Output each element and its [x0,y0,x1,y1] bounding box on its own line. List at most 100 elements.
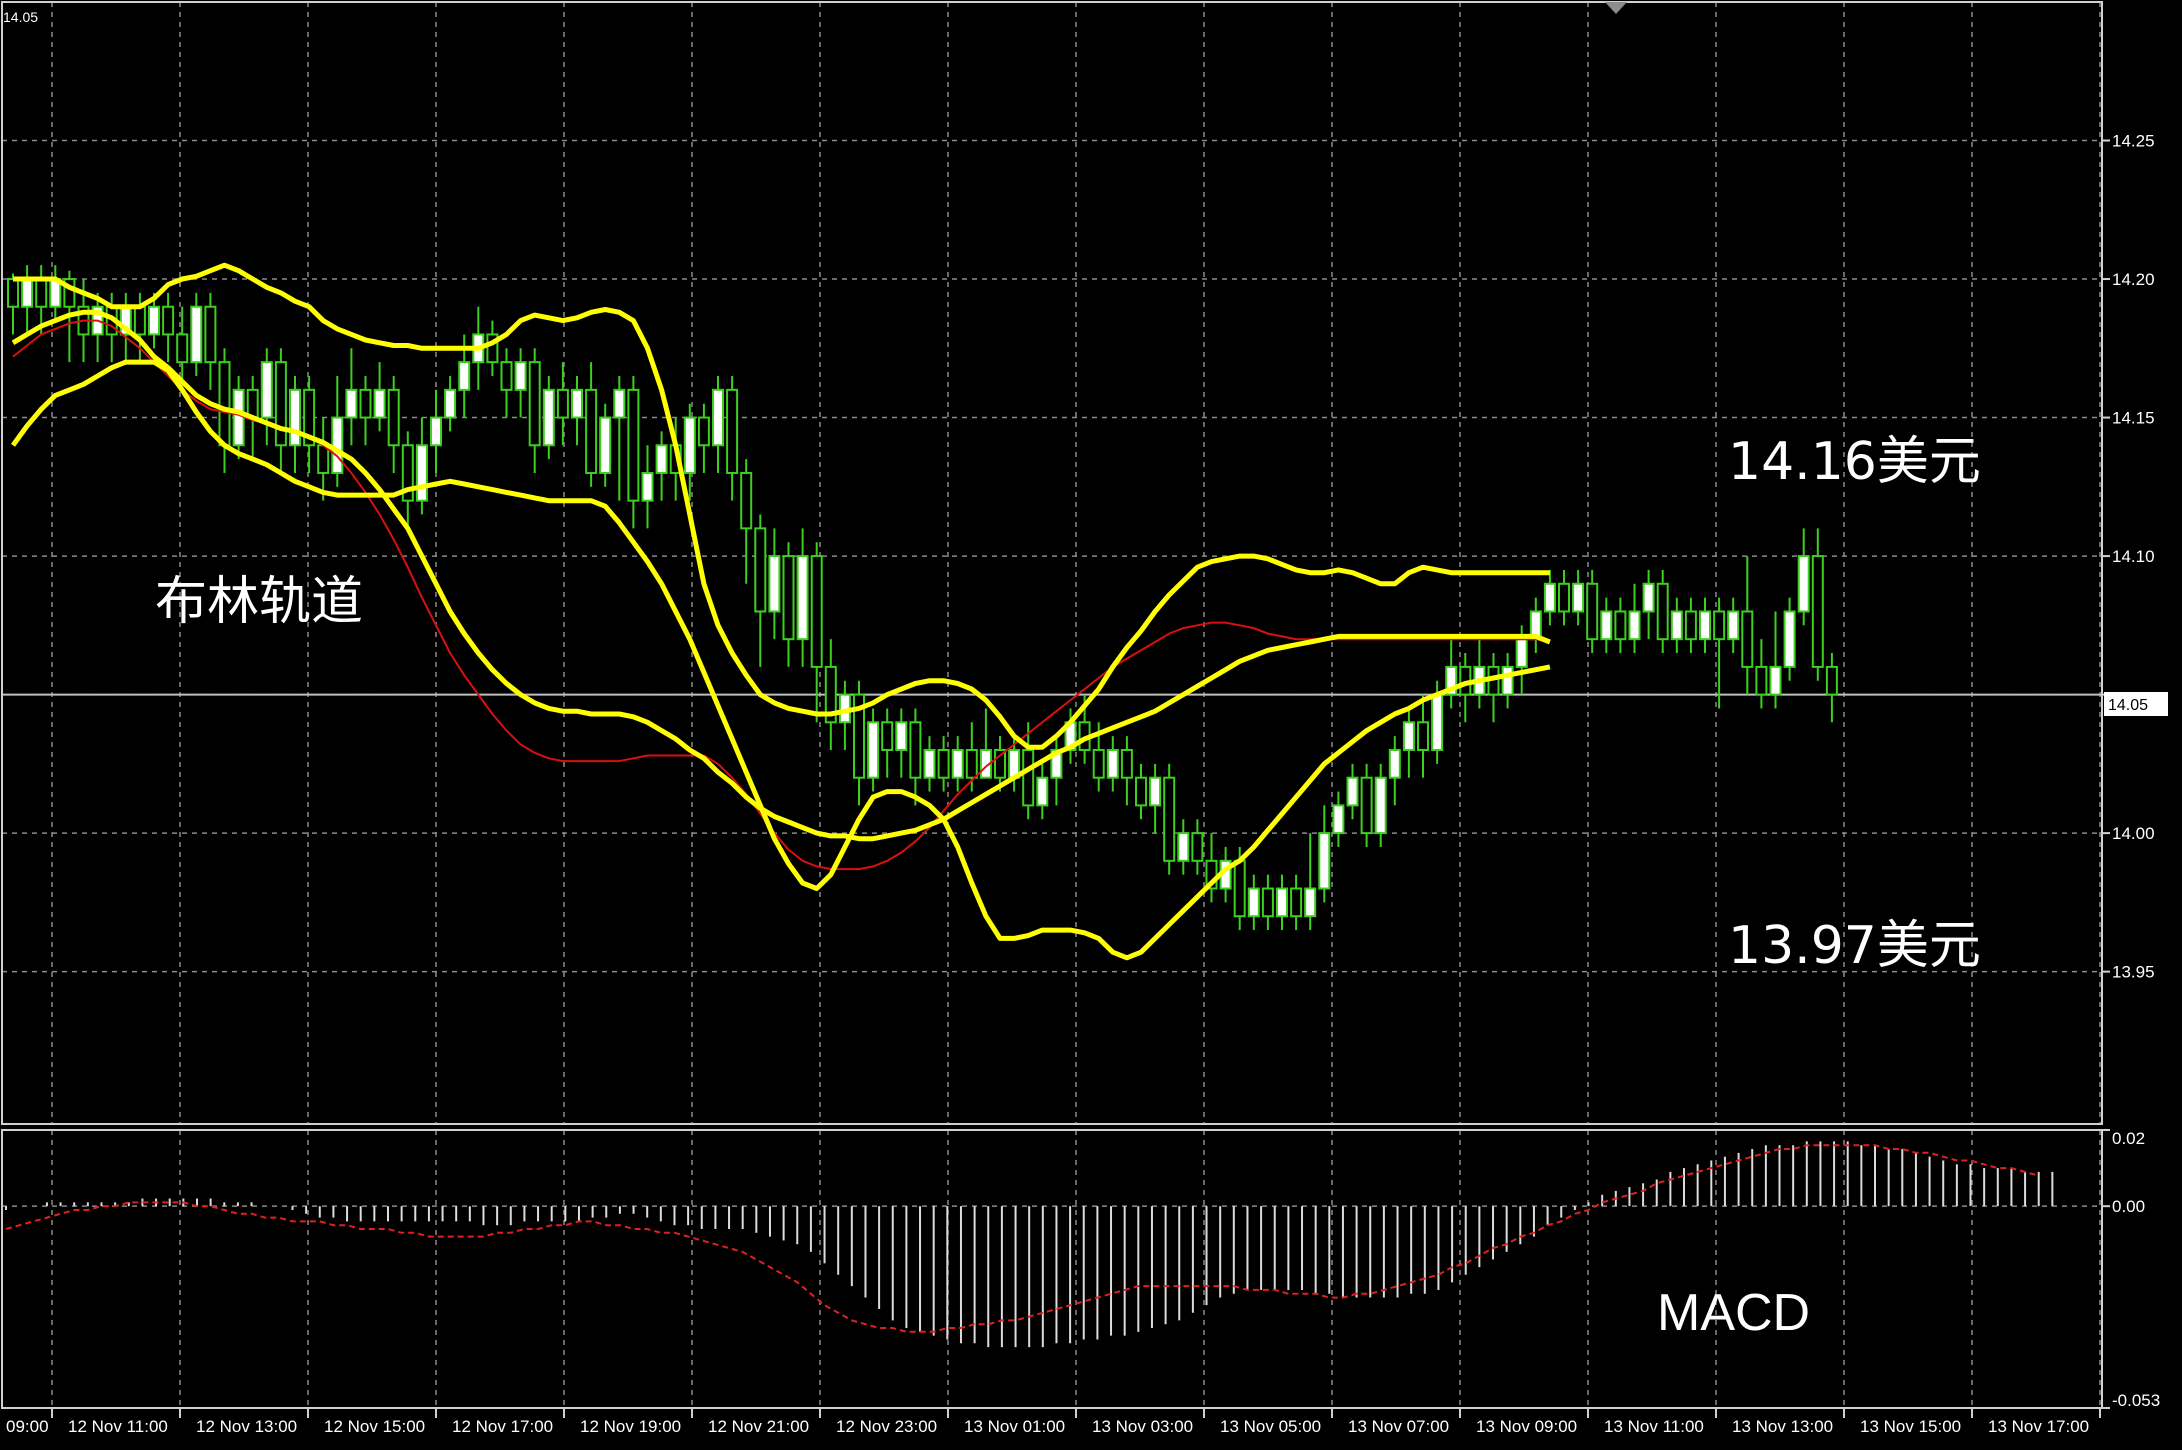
candle-body [1825,665,1838,696]
time-label: 13 Nov 05:00 [1220,1417,1321,1436]
candle-body [1417,721,1429,752]
candle-body [331,416,344,474]
candle-body [1177,832,1190,862]
macd-scale-label: 0.00 [2112,1197,2145,1216]
candle-body [21,278,34,308]
time-label: 12 Nov 23:00 [836,1417,937,1436]
time-label: 12 Nov 11:00 [68,1417,168,1436]
price-chart[interactable]: 14.25 14.20 14.15 14.10 14.00 13.95 14.05 14.… [0,0,2182,1450]
candle-body [1431,693,1444,751]
candle-body [1360,776,1373,835]
candle-body [1783,610,1796,668]
candle-body [1586,582,1599,641]
candle-body [1135,776,1147,807]
price-label: 14.00 [2112,824,2155,843]
candle-body [683,416,696,474]
candle-body [373,388,386,419]
candle-body [1120,749,1133,779]
candle-body [542,388,555,447]
candle-body [585,388,598,474]
current-price-tag-text: 14.05 [2108,697,2148,714]
time-label: 12 Nov 21:00 [708,1417,809,1436]
candle-body [387,388,400,447]
candle-body [176,333,189,364]
time-label: 13 Nov 01:00 [964,1417,1065,1436]
candle-body [641,471,654,502]
candle-body [895,721,908,752]
candle-body [289,388,301,447]
candle-body [1233,859,1246,918]
candle-body [994,749,1006,779]
candle-body [359,388,372,419]
candle-body [1755,665,1768,696]
candle-body [1022,749,1035,807]
candle-body [190,305,203,364]
current-price-tag: 14.05 [2104,692,2168,716]
candle-body [923,749,936,779]
candle-body [613,388,626,419]
time-label: 13 Nov 15:00 [1860,1417,1961,1436]
chart-background [0,0,2182,1450]
candle-body [1332,804,1345,835]
candle-body [599,416,612,474]
candle-body [444,388,457,419]
time-label: 12 Nov 19:00 [580,1417,681,1436]
candle-body [528,361,541,447]
candle-body [867,721,880,779]
candle-body [133,305,146,336]
candle-body [1656,582,1669,641]
candle-body [909,721,922,779]
price-label: 13.95 [2112,963,2155,982]
bollinger-annotation: 布林轨道 [155,572,364,632]
candle-body [1092,749,1105,779]
candle-body [274,361,287,447]
candle-body [951,749,964,779]
time-label: 13 Nov 09:00 [1476,1417,1577,1436]
candle-body [1699,610,1711,641]
candle-body [1276,887,1288,918]
candle-body [430,416,442,447]
candle-body [1628,610,1641,641]
candle-body [1374,776,1387,835]
candle-body [1290,887,1303,918]
candle-body [1811,555,1824,668]
candle-body [1727,610,1740,641]
candle-body [754,527,767,613]
upper-level-annotation: 14.16美元 [1728,432,1981,492]
candle-body [514,361,527,391]
candle-body [1713,610,1726,641]
candle-body [712,388,724,447]
candle-body [1304,887,1317,918]
candle-body [796,555,809,641]
candle-body [260,361,273,419]
candle-body [740,471,753,530]
candle-body [965,749,978,779]
candle-body [1769,665,1782,696]
candle-body [415,444,428,502]
candle-body [1670,610,1683,641]
candle-body [1515,638,1528,668]
candle-body [937,749,950,779]
candle-body [500,361,513,391]
candle-body [345,388,358,419]
candle-body [1191,832,1204,862]
candle-body [1614,610,1627,641]
candle-body [218,361,231,447]
time-label: 13 Nov 13:00 [1732,1417,1833,1436]
time-label: 12 Nov 13:00 [196,1417,297,1436]
candle-body [1318,832,1331,890]
candle-body [1797,555,1810,613]
candle-body [1388,749,1401,779]
candle-body [1501,665,1514,696]
candle-body [768,555,781,613]
candle-body [204,305,217,364]
macd-scale-label: 0.02 [2112,1129,2145,1148]
candle-body [1346,776,1359,807]
price-label: 14.20 [2112,270,2155,289]
time-label: 13 Nov 11:00 [1604,1417,1704,1436]
candle-body [571,388,583,419]
candle-body [1247,887,1260,918]
candle-body [148,305,160,336]
candle-body [1684,610,1697,641]
candle-body [556,388,569,419]
